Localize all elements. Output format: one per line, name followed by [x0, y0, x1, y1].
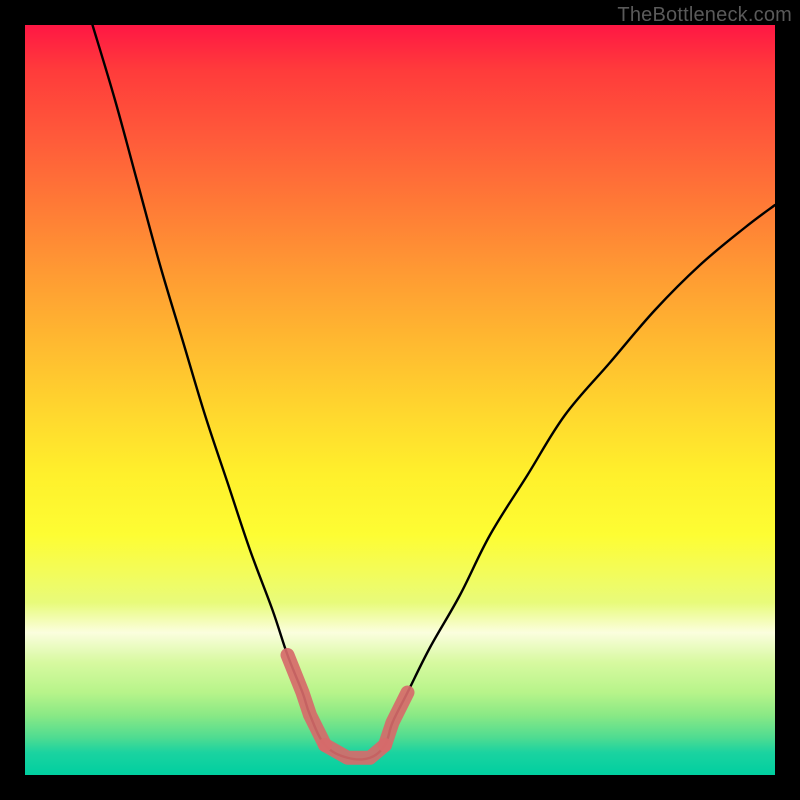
chart-frame: TheBottleneck.com [0, 0, 800, 800]
bottleneck-curve [93, 25, 776, 759]
highlight-valley-floor [325, 745, 385, 758]
curve-layer [25, 25, 775, 775]
highlight-left-dip [288, 655, 326, 745]
highlight-right-dip [385, 693, 408, 746]
watermark-text: TheBottleneck.com [617, 4, 792, 27]
highlight-segments [288, 655, 408, 758]
plot-area [25, 25, 775, 775]
